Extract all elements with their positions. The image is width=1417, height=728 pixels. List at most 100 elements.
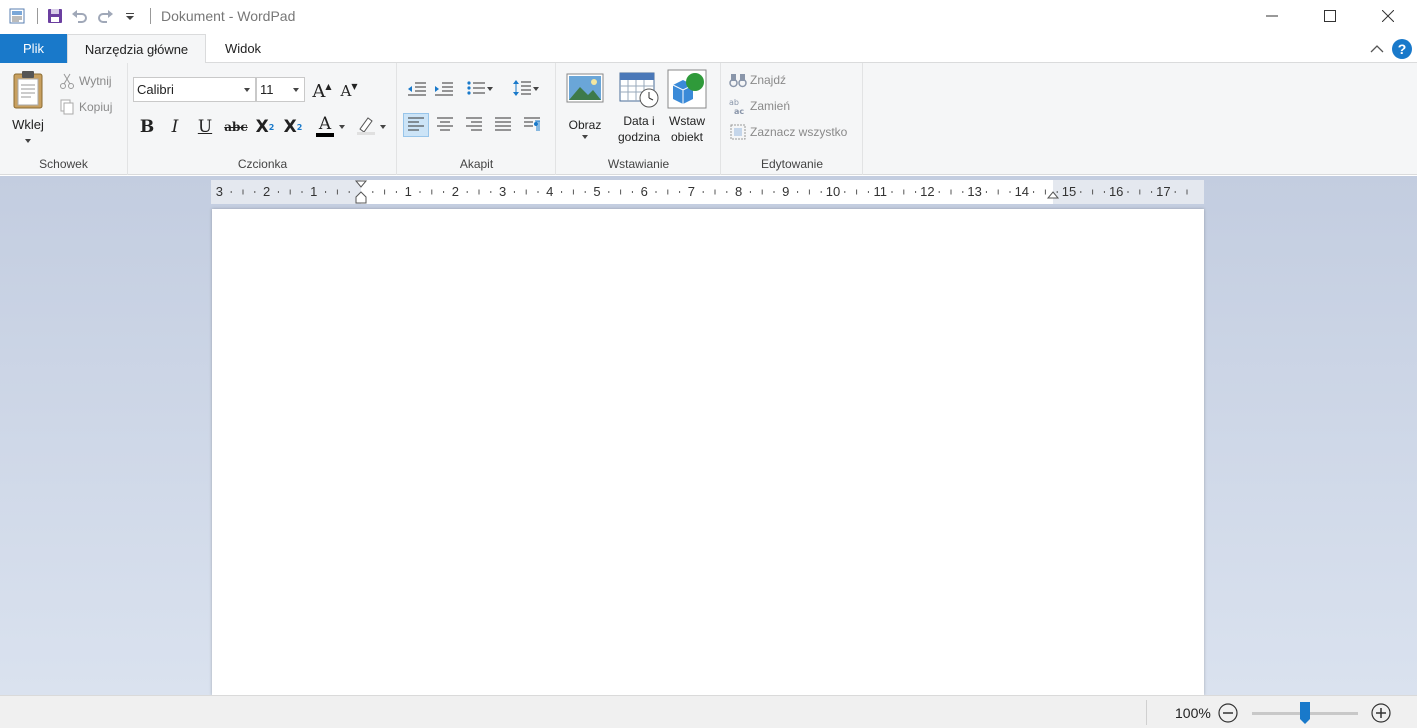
bullets-button[interactable] — [462, 77, 498, 101]
maximize-button[interactable] — [1301, 0, 1359, 32]
clipboard-group-label: Schowek — [39, 157, 88, 171]
horizontal-ruler[interactable]: 3 2 1 1 2 3 4 5 6 7 8 9 10 11 12 13 14 15 16 17 — [211, 180, 1204, 204]
bold-button[interactable]: B — [135, 115, 159, 139]
ruler-number: 7 — [688, 184, 695, 199]
ruler-number: 12 — [920, 184, 934, 199]
superscript-icon: X — [283, 117, 297, 137]
select-all-button[interactable]: Zaznacz wszystko — [729, 122, 847, 142]
redo-icon[interactable] — [94, 5, 116, 27]
grow-font-button[interactable]: A ▲ — [310, 79, 334, 103]
cut-button[interactable]: Wytnij — [58, 71, 112, 91]
group-insert: Obraz Data i godzina Wstaw obiekt Wstawi… — [557, 63, 721, 175]
subscript-button[interactable]: X2 — [253, 115, 277, 139]
group-font: Calibri 11 A ▲ A ▼ B I U abc X2 X2 A Czc… — [129, 63, 397, 175]
font-family-select[interactable]: Calibri — [133, 77, 256, 102]
zoom-out-button[interactable] — [1217, 702, 1239, 724]
document-workspace: 3 2 1 1 2 3 4 5 6 7 8 9 10 11 12 13 14 15 16 17 — [0, 176, 1417, 695]
help-area: ? — [1366, 34, 1417, 63]
copy-label: Kopiuj — [79, 100, 113, 114]
align-center-button[interactable] — [432, 113, 458, 137]
insert-datetime-label-1: Data i — [623, 114, 655, 128]
font-size-select[interactable]: 11 — [256, 77, 305, 102]
group-paragraph: Akapit — [398, 63, 556, 175]
italic-button[interactable]: I — [163, 115, 187, 139]
ruler-number: 3 — [499, 184, 506, 199]
scissors-icon — [58, 72, 76, 90]
ruler-number: 2 — [452, 184, 459, 199]
tab-view[interactable]: Widok — [208, 34, 278, 63]
insert-datetime-button[interactable]: Data i godzina — [611, 71, 667, 145]
insert-datetime-label-2: godzina — [617, 130, 661, 144]
app-menu-icon[interactable] — [6, 5, 28, 27]
title-bar: Dokument - WordPad — [0, 0, 1417, 32]
group-clipboard: Wklej Wytnij Kopiuj Schowek — [0, 63, 128, 175]
ruler-number: 2 — [263, 184, 270, 199]
justify-icon — [494, 116, 512, 135]
collapse-ribbon-icon[interactable] — [1366, 38, 1388, 60]
font-color-letter: A — [318, 114, 332, 134]
align-center-icon — [436, 116, 454, 135]
insert-picture-button[interactable]: Obraz — [563, 73, 607, 141]
grow-font-icon: A — [312, 80, 326, 102]
help-button[interactable]: ? — [1392, 38, 1412, 59]
insert-object-label-1: Wstaw — [669, 114, 705, 128]
replace-button[interactable]: ab ac Zamień — [729, 96, 790, 116]
align-left-button[interactable] — [403, 113, 429, 137]
superscript-button[interactable]: X2 — [281, 115, 305, 139]
font-color-swatch — [316, 133, 334, 137]
minimize-button[interactable] — [1243, 0, 1301, 32]
zoom-out-icon — [1218, 703, 1238, 723]
copy-button[interactable]: Kopiuj — [58, 97, 112, 117]
status-divider — [1146, 700, 1147, 725]
justify-button[interactable] — [490, 113, 516, 137]
cut-label: Wytnij — [79, 74, 112, 88]
highlight-button[interactable] — [353, 115, 389, 139]
insert-group-label: Wstawianie — [607, 157, 670, 171]
ruler-number: 17 — [1156, 184, 1170, 199]
zoom-slider-thumb[interactable] — [1299, 701, 1311, 725]
ruler-number: 13 — [967, 184, 981, 199]
tab-file[interactable]: Plik — [0, 34, 67, 63]
decrease-indent-icon[interactable] — [404, 77, 430, 101]
ruler-number: 16 — [1109, 184, 1123, 199]
underline-button[interactable]: U — [193, 115, 217, 139]
increase-indent-icon[interactable] — [431, 77, 457, 101]
paste-button[interactable]: Wklej — [8, 69, 48, 149]
tab-home[interactable]: Narzędzia główne — [67, 34, 206, 64]
ruler-number: 10 — [826, 184, 840, 199]
align-left-icon — [407, 116, 425, 135]
find-button[interactable]: Znajdź — [729, 70, 786, 90]
zoom-in-button[interactable] — [1370, 702, 1392, 724]
paste-dropdown-icon[interactable] — [24, 133, 32, 149]
calendar-clock-icon — [618, 71, 660, 113]
font-color-button[interactable]: A — [313, 115, 349, 139]
align-right-button[interactable] — [461, 113, 487, 137]
font-size-value: 11 — [260, 82, 274, 97]
qat-separator — [37, 8, 38, 24]
insert-object-icon — [667, 69, 707, 113]
close-button[interactable] — [1359, 0, 1417, 32]
select-all-icon — [729, 123, 747, 141]
copy-icon — [58, 98, 76, 116]
line-spacing-button[interactable] — [508, 77, 544, 101]
replace-icon: ab ac — [729, 97, 747, 115]
font-family-dropdown-icon — [242, 78, 252, 101]
ruler-number: 3 — [216, 184, 223, 199]
customize-qat-icon[interactable] — [119, 5, 141, 27]
paste-label: Wklej — [12, 117, 44, 132]
undo-icon[interactable] — [69, 5, 91, 27]
strikethrough-button[interactable]: abc — [223, 115, 249, 139]
insert-object-button[interactable]: Wstaw obiekt — [665, 69, 709, 145]
insert-object-label-2: obiekt — [670, 130, 704, 144]
replace-label: Zamień — [750, 99, 791, 113]
ruler-number: 4 — [546, 184, 553, 199]
paragraph-settings-button[interactable] — [519, 113, 545, 137]
shrink-font-button[interactable]: A ▼ — [337, 79, 361, 103]
window-controls — [1243, 0, 1417, 32]
insert-picture-label: Obraz — [568, 118, 602, 132]
quick-access-toolbar — [0, 0, 157, 32]
document-page[interactable] — [212, 209, 1204, 695]
ruler-number: 1 — [405, 184, 412, 199]
svg-text:ac: ac — [734, 107, 744, 115]
save-icon[interactable] — [44, 5, 66, 27]
